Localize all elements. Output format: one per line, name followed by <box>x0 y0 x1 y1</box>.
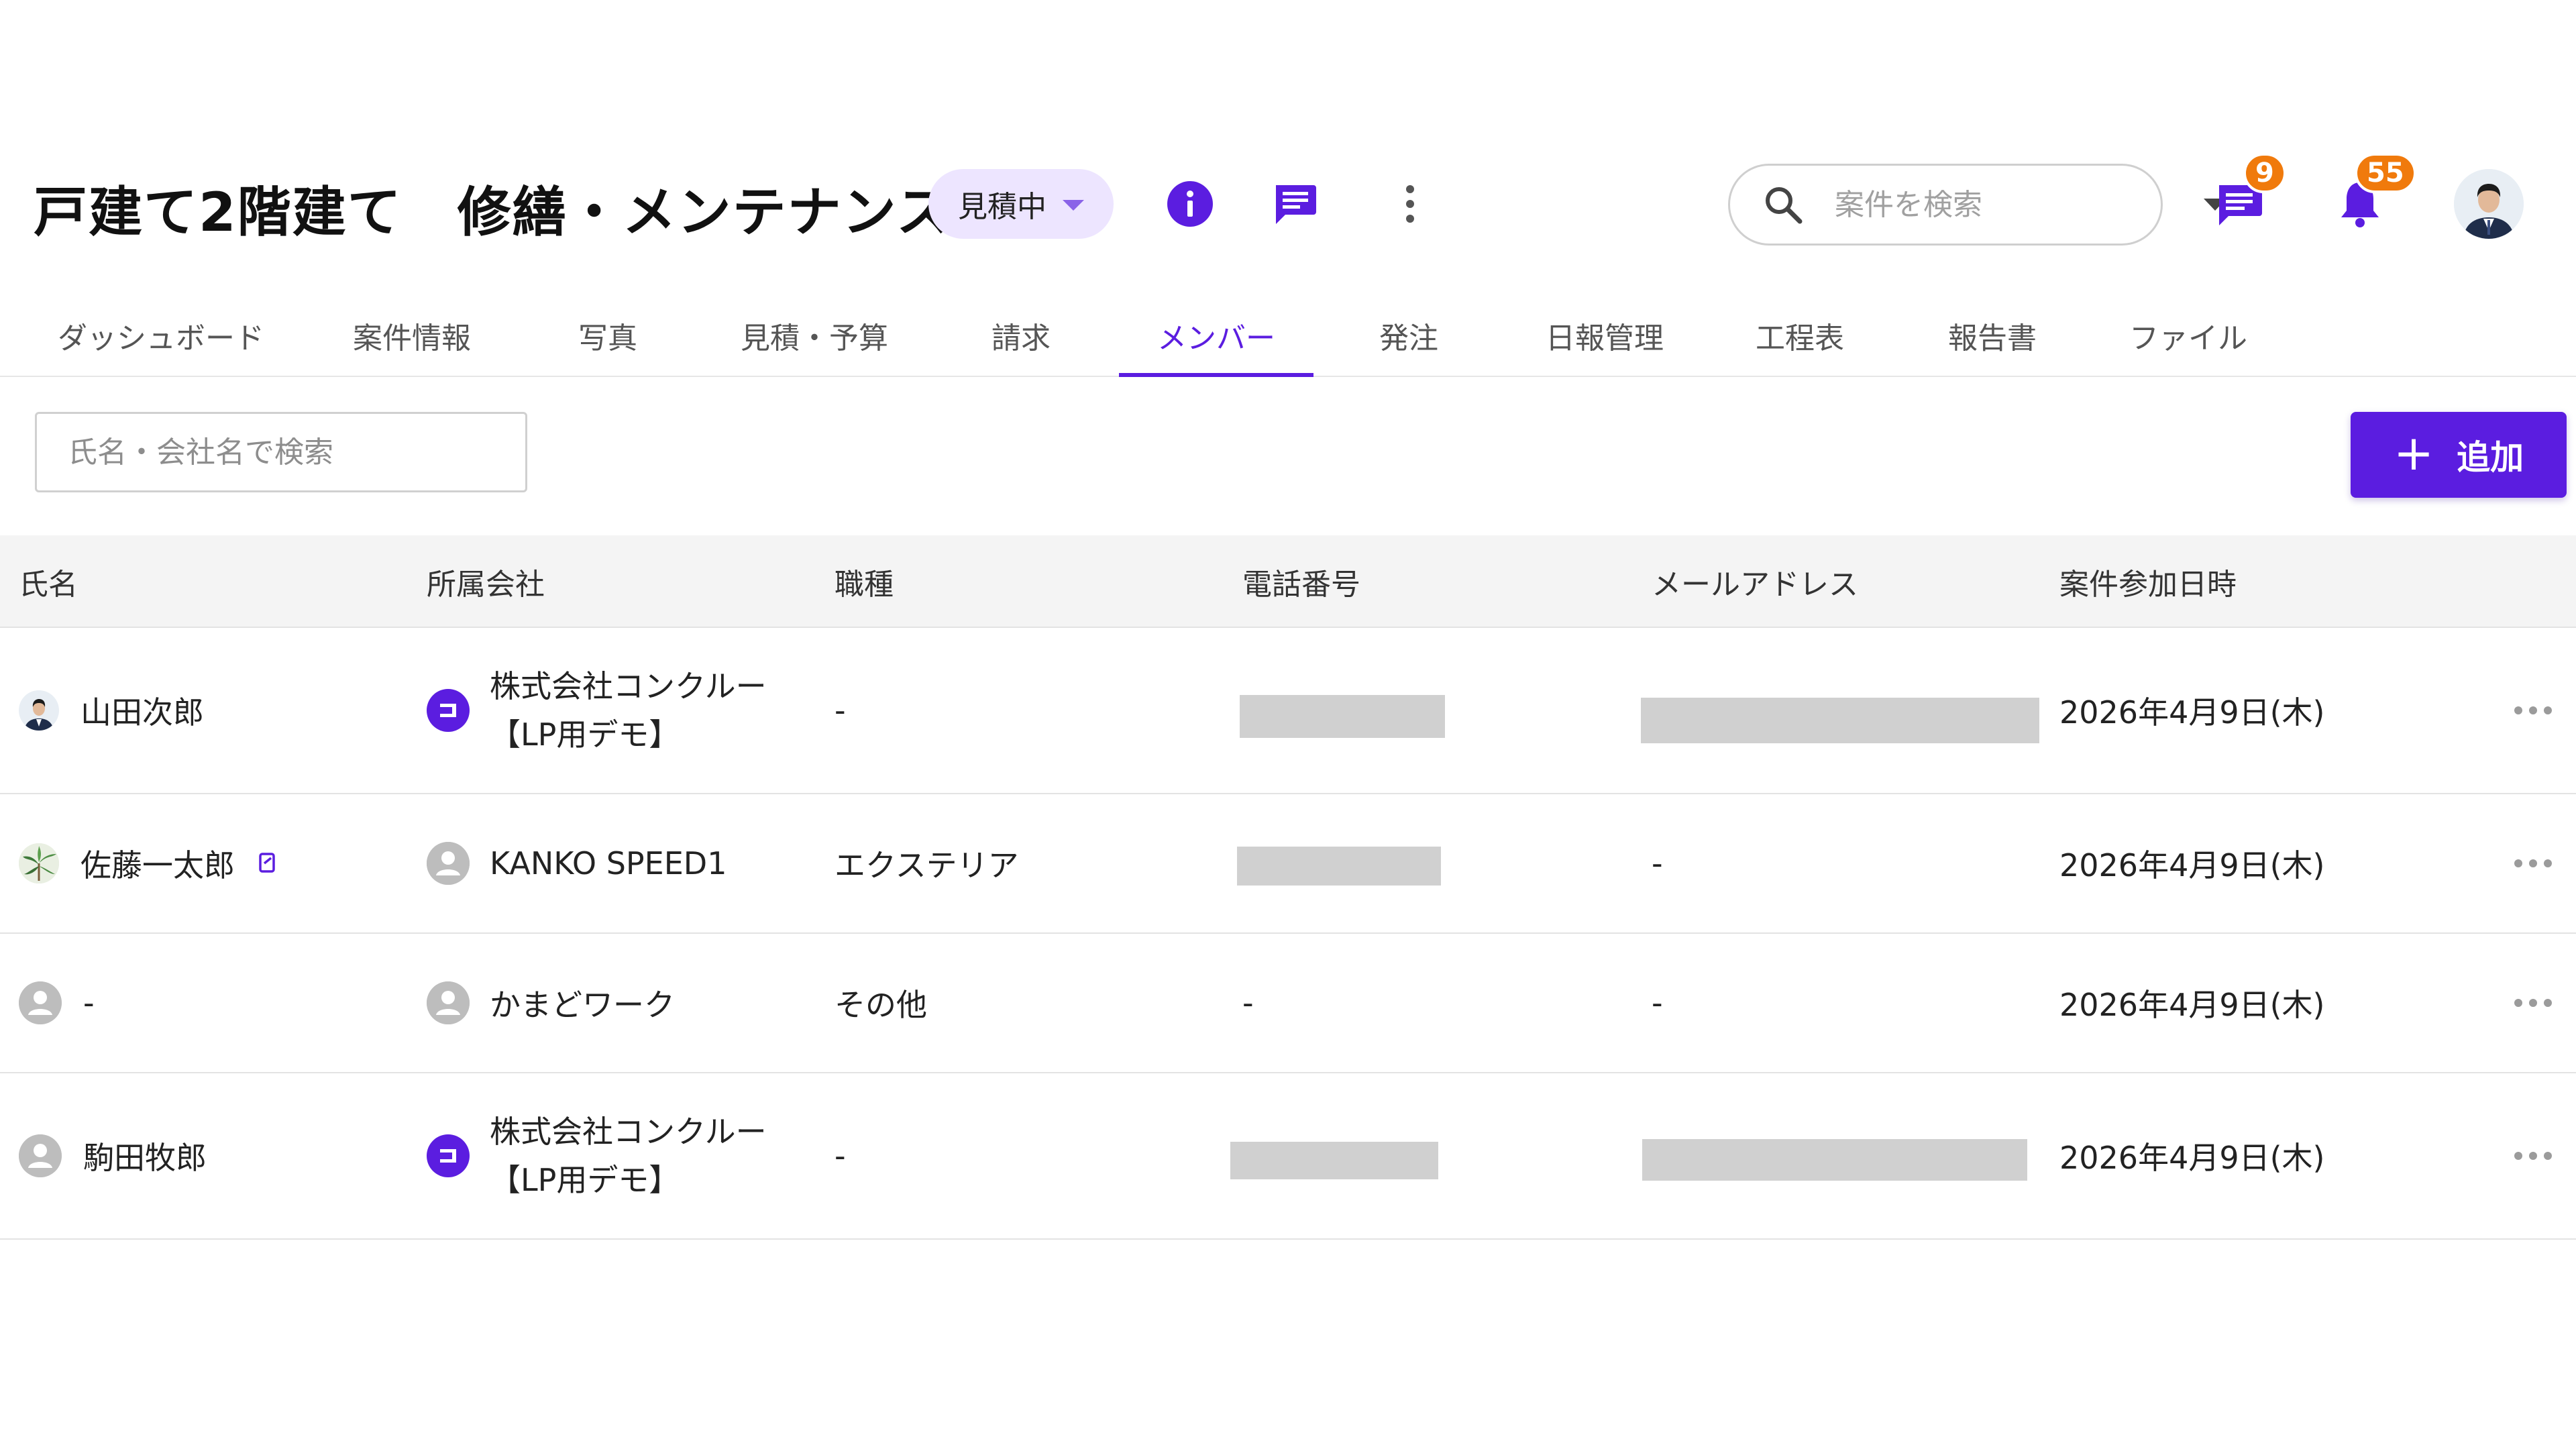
tab-project-info[interactable]: 案件情報 <box>314 295 510 376</box>
column-header-phone[interactable]: 電話番号 <box>1242 535 1360 628</box>
members-table: 氏名 所属会社 職種 電話番号 メールアドレス 案件参加日時 山田次郎 株式会社… <box>0 535 2576 1240</box>
company-name-suffix: 【LP用デモ】 <box>490 1162 680 1198</box>
company-name: かまどワーク <box>490 987 675 1023</box>
company-person-icon <box>427 981 470 1024</box>
company-person-icon <box>427 842 470 885</box>
message-count-badge: 9 <box>2243 153 2286 193</box>
table-row[interactable]: 山田次郎 株式会社コンクルー 【LP用デモ】 - 2026年4月9日(木) <box>0 628 2576 794</box>
table-header: 氏名 所属会社 職種 電話番号 メールアドレス 案件参加日時 <box>0 535 2576 628</box>
notification-count-badge: 55 <box>2355 153 2416 193</box>
row-more-icon[interactable] <box>2514 934 2552 1072</box>
add-button-label: 追加 <box>2457 438 2524 477</box>
tab-photos[interactable]: 写真 <box>534 295 682 376</box>
member-name-cell: 佐藤一太郎 <box>19 794 282 932</box>
tab-billing[interactable]: 請求 <box>942 295 1100 376</box>
tab-estimate-budget[interactable]: 見積・予算 <box>711 295 918 376</box>
job-cell: その他 <box>835 987 927 1023</box>
project-tabs: ダッシュボード 案件情報 写真 見積・予算 請求 メンバー 発注 日報管理 工程… <box>0 295 2576 377</box>
tab-schedule[interactable]: 工程表 <box>1724 295 1876 376</box>
company-cell: KANKO SPEED1 <box>427 794 727 932</box>
comment-icon[interactable] <box>1269 178 1320 229</box>
user-avatar[interactable] <box>2454 169 2524 239</box>
member-avatar <box>19 843 59 883</box>
table-row[interactable]: - かまどワーク その他 - - 2026年4月9日(木) <box>0 934 2576 1073</box>
add-member-button[interactable]: + 追加 <box>2351 412 2567 498</box>
email-cell: - <box>1652 985 1663 1021</box>
company-cell: かまどワーク <box>427 934 675 1072</box>
search-icon <box>1766 187 1803 224</box>
project-search-input[interactable] <box>1833 186 2204 223</box>
company-logo-icon <box>427 1134 470 1177</box>
member-avatar <box>19 690 59 731</box>
info-icon[interactable] <box>1165 178 1216 229</box>
project-search[interactable] <box>1728 164 2226 246</box>
phone-redacted <box>1237 847 1441 885</box>
caret-down-icon <box>1063 200 1084 211</box>
member-name: 佐藤一太郎 <box>80 847 235 883</box>
member-name-cell: - <box>19 934 95 1072</box>
member-name-cell: 駒田牧郎 <box>19 1073 207 1238</box>
joined-date-cell: 2026年4月9日(木) <box>2059 987 2325 1023</box>
row-more-icon[interactable] <box>2514 1073 2552 1238</box>
joined-date-cell: 2026年4月9日(木) <box>2059 847 2325 883</box>
member-search-input[interactable] <box>66 434 496 470</box>
joined-date-cell: 2026年4月9日(木) <box>2059 694 2325 731</box>
tab-dashboard[interactable]: ダッシュボード <box>40 295 282 376</box>
email-redacted <box>1641 698 2039 743</box>
tab-members[interactable]: メンバー <box>1119 295 1313 377</box>
member-search[interactable] <box>35 412 527 492</box>
email-redacted <box>1642 1139 2027 1181</box>
tab-orders[interactable]: 発注 <box>1335 295 1483 376</box>
job-cell: - <box>835 1138 846 1174</box>
member-name: 山田次郎 <box>80 694 204 731</box>
company-cell: 株式会社コンクルー 【LP用デモ】 <box>427 628 767 793</box>
column-header-joined[interactable]: 案件参加日時 <box>2059 535 2237 628</box>
email-cell: - <box>1652 845 1663 881</box>
column-header-company[interactable]: 所属会社 <box>427 535 545 628</box>
company-name: KANKO SPEED1 <box>490 845 727 881</box>
phone-redacted <box>1240 695 1445 738</box>
member-name-cell: 山田次郎 <box>19 628 204 793</box>
status-dropdown[interactable]: 見積中 <box>928 169 1114 239</box>
row-more-icon[interactable] <box>2514 628 2552 793</box>
table-row[interactable]: 佐藤一太郎 KANKO SPEED1 エクステリア - 2026年4月9日(木) <box>0 794 2576 934</box>
phone-redacted <box>1230 1142 1438 1179</box>
column-header-name[interactable]: 氏名 <box>19 535 78 628</box>
status-label: 見積中 <box>958 190 1046 224</box>
company-cell: 株式会社コンクルー 【LP用デモ】 <box>427 1073 767 1238</box>
job-cell: - <box>835 692 846 729</box>
joined-date-cell: 2026年4月9日(木) <box>2059 1140 2325 1176</box>
company-name-suffix: 【LP用デモ】 <box>490 716 680 753</box>
company-name: 株式会社コンクルー <box>490 1114 767 1150</box>
member-name: - <box>83 985 95 1021</box>
column-header-email[interactable]: メールアドレス <box>1652 535 1858 628</box>
company-logo-icon <box>427 689 470 732</box>
member-avatar <box>19 1134 62 1177</box>
phone-cell: - <box>1242 985 1254 1021</box>
tab-daily-reports[interactable]: 日報管理 <box>1519 295 1690 376</box>
more-vertical-icon[interactable] <box>1385 178 1436 229</box>
row-more-icon[interactable] <box>2514 794 2552 932</box>
job-cell: エクステリア <box>835 847 1019 883</box>
column-header-job[interactable]: 職種 <box>835 535 894 628</box>
plus-icon: + <box>2393 425 2434 481</box>
company-name: 株式会社コンクルー <box>490 668 767 704</box>
external-link-icon[interactable] <box>255 850 282 877</box>
page-title: 戸建て2階建て 修繕・メンテナンス <box>34 181 952 244</box>
table-row[interactable]: 駒田牧郎 株式会社コンクルー 【LP用デモ】 - 2026年4月9日(木) <box>0 1073 2576 1240</box>
member-avatar <box>19 981 62 1024</box>
project-header: 戸建て2階建て 修繕・メンテナンス 見積中 9 55 <box>0 153 2576 255</box>
tab-reports[interactable]: 報告書 <box>1919 295 2066 376</box>
member-name: 駒田牧郎 <box>83 1140 207 1176</box>
tab-files[interactable]: ファイル <box>2105 295 2271 376</box>
